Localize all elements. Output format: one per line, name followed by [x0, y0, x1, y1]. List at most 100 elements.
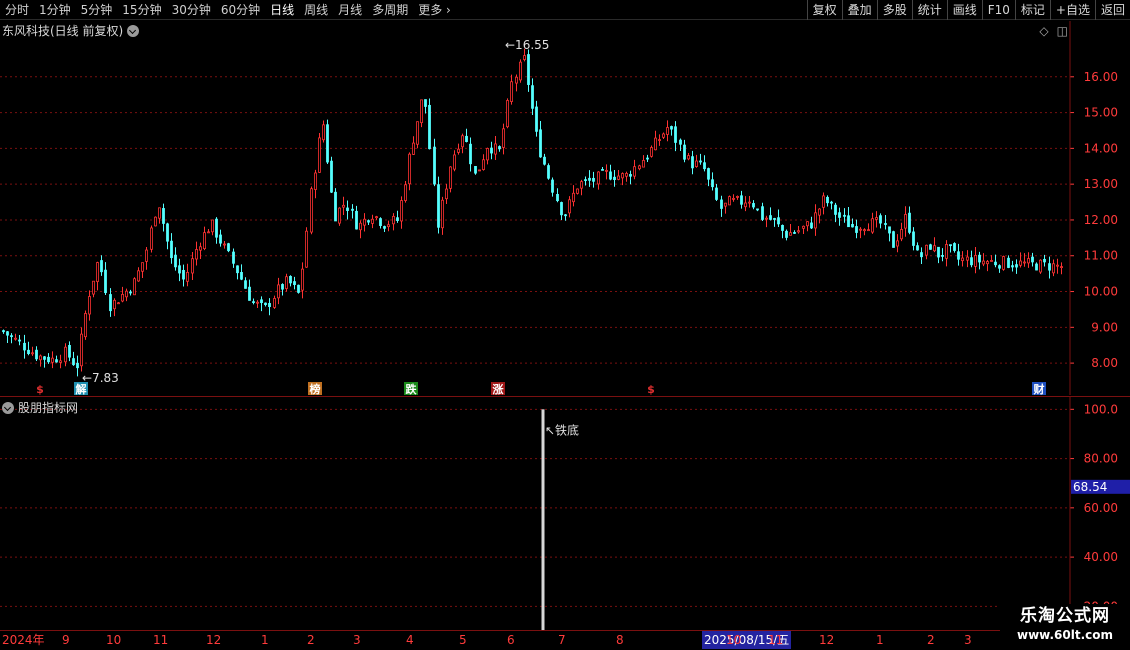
toolbar-button-2[interactable]: 多股 — [876, 0, 912, 20]
toolbar-button-0[interactable]: 复权 — [806, 0, 842, 20]
candle-body — [141, 262, 144, 272]
candle-body — [519, 61, 522, 81]
period-tab-4[interactable]: 30分钟 — [167, 0, 216, 20]
candle-body — [326, 124, 329, 163]
time-label-14: 10 — [726, 633, 742, 647]
y-tick-label: 16.00 — [1084, 70, 1118, 84]
period-tab-7[interactable]: 周线 — [299, 0, 333, 20]
candle-body — [797, 230, 800, 233]
candle-body — [367, 220, 370, 223]
toolbar-button-7[interactable]: +自选 — [1049, 0, 1095, 20]
candle-body — [371, 218, 374, 224]
period-tab-0[interactable]: 分时 — [0, 0, 34, 20]
candle-body — [625, 173, 628, 177]
candle-body — [1052, 263, 1055, 274]
candle-body — [859, 228, 862, 231]
candle-body — [293, 281, 296, 286]
candle-body — [703, 162, 706, 170]
candle-body — [449, 166, 452, 189]
candle-body — [506, 100, 509, 128]
candle-body — [387, 224, 390, 228]
indicator-title: 股朋指标网 — [2, 399, 78, 416]
candle-body — [23, 342, 26, 351]
period-tabs: 分时 1分钟 5分钟 15分钟 30分钟 60分钟 日线 周线 月线 多周期 更多 › — [0, 0, 456, 20]
candle-body — [609, 171, 612, 180]
candle-body — [437, 184, 440, 228]
candle-body — [199, 246, 202, 251]
candle-body — [1031, 256, 1034, 263]
candle-body — [543, 156, 546, 165]
candle-body — [683, 144, 686, 160]
candle-body — [150, 227, 153, 250]
diamond-icon[interactable]: ◇ — [1039, 24, 1048, 38]
candle-body — [601, 168, 604, 171]
candle-body — [761, 206, 764, 220]
current-value-label: 68.54 — [1073, 480, 1107, 494]
candle-body — [182, 269, 185, 280]
indicator-chart[interactable]: 20.0040.0060.0080.00100.0↖铁底68.54 — [0, 397, 1130, 631]
toolbar-button-4[interactable]: 画线 — [946, 0, 982, 20]
candle-body — [728, 196, 731, 206]
candle-body — [260, 299, 263, 304]
kline-chart[interactable]: 8.00 9.00 10.00 11.00 12.00 13.00 14.00 15.00 16… — [0, 21, 1130, 395]
candle-body — [137, 270, 140, 282]
candle-body — [982, 260, 985, 265]
candle-body — [162, 208, 165, 224]
period-tab-6[interactable]: 日线 — [265, 0, 299, 20]
candle-body — [736, 196, 739, 198]
candle-body — [670, 126, 673, 130]
candle-body — [875, 217, 878, 220]
chevron-down-icon[interactable] — [2, 401, 14, 414]
candle-body — [273, 298, 276, 308]
candle-body — [84, 313, 87, 338]
toolbar-button-8[interactable]: 返回 — [1094, 0, 1130, 20]
candle-body — [711, 179, 714, 188]
period-tab-9[interactable]: 多周期 — [367, 0, 413, 20]
candle-body — [539, 129, 542, 158]
candle-body — [617, 175, 620, 180]
candle-body — [6, 331, 9, 336]
toolbar-button-6[interactable]: 标记 — [1014, 0, 1050, 20]
indicator-panel[interactable]: 股朋指标网 20.0040.0060.0080.00100.0↖铁底68.54 — [0, 396, 1130, 631]
toolbar-button-3[interactable]: 统计 — [911, 0, 947, 20]
panel-toggle-icon[interactable]: ◫ — [1057, 24, 1068, 38]
candle-body — [359, 222, 362, 231]
candle-body — [240, 272, 243, 280]
candle-body — [145, 249, 148, 262]
period-tab-10[interactable]: 更多 › — [413, 0, 456, 20]
candle-body — [252, 301, 255, 304]
period-tab-2[interactable]: 5分钟 — [76, 0, 118, 20]
candle-body — [277, 284, 280, 299]
candle-body — [658, 139, 661, 141]
candle-body — [117, 302, 120, 305]
candle-body — [346, 207, 349, 211]
candle-body — [978, 254, 981, 263]
candle-body — [916, 245, 919, 251]
chevron-down-icon[interactable] — [127, 24, 140, 37]
candle-body — [925, 244, 928, 256]
candle-body — [379, 218, 382, 226]
candle-body — [855, 226, 858, 233]
y-tick-label: 10.00 — [1084, 285, 1118, 299]
candle-body — [51, 357, 54, 363]
period-tab-5[interactable]: 60分钟 — [216, 0, 265, 20]
period-tab-8[interactable]: 月线 — [333, 0, 367, 20]
candle-body — [227, 243, 230, 252]
main-kline-panel[interactable]: 东风科技(日线 前复权) ◇ ◫ 8.00 9.00 10.00 11.00 12.00… — [0, 21, 1130, 395]
candle-body — [974, 254, 977, 267]
candle-body — [244, 280, 247, 289]
time-label-0: 2024年 — [2, 633, 45, 647]
toolbar-button-1[interactable]: 叠加 — [841, 0, 877, 20]
time-label-3: 11 — [153, 633, 169, 647]
candle-body — [1056, 264, 1059, 267]
candle-body — [170, 240, 173, 259]
period-tab-3[interactable]: 15分钟 — [117, 0, 166, 20]
period-tab-1[interactable]: 1分钟 — [34, 0, 76, 20]
candle-body — [469, 143, 472, 165]
toolbar-button-5[interactable]: F10 — [981, 0, 1015, 20]
candle-body — [814, 212, 817, 229]
candle-body — [301, 268, 304, 291]
main-chart-tools: ◇ ◫ — [1039, 24, 1068, 38]
candle-body — [572, 192, 575, 203]
event-marker-5: $ — [647, 383, 655, 395]
